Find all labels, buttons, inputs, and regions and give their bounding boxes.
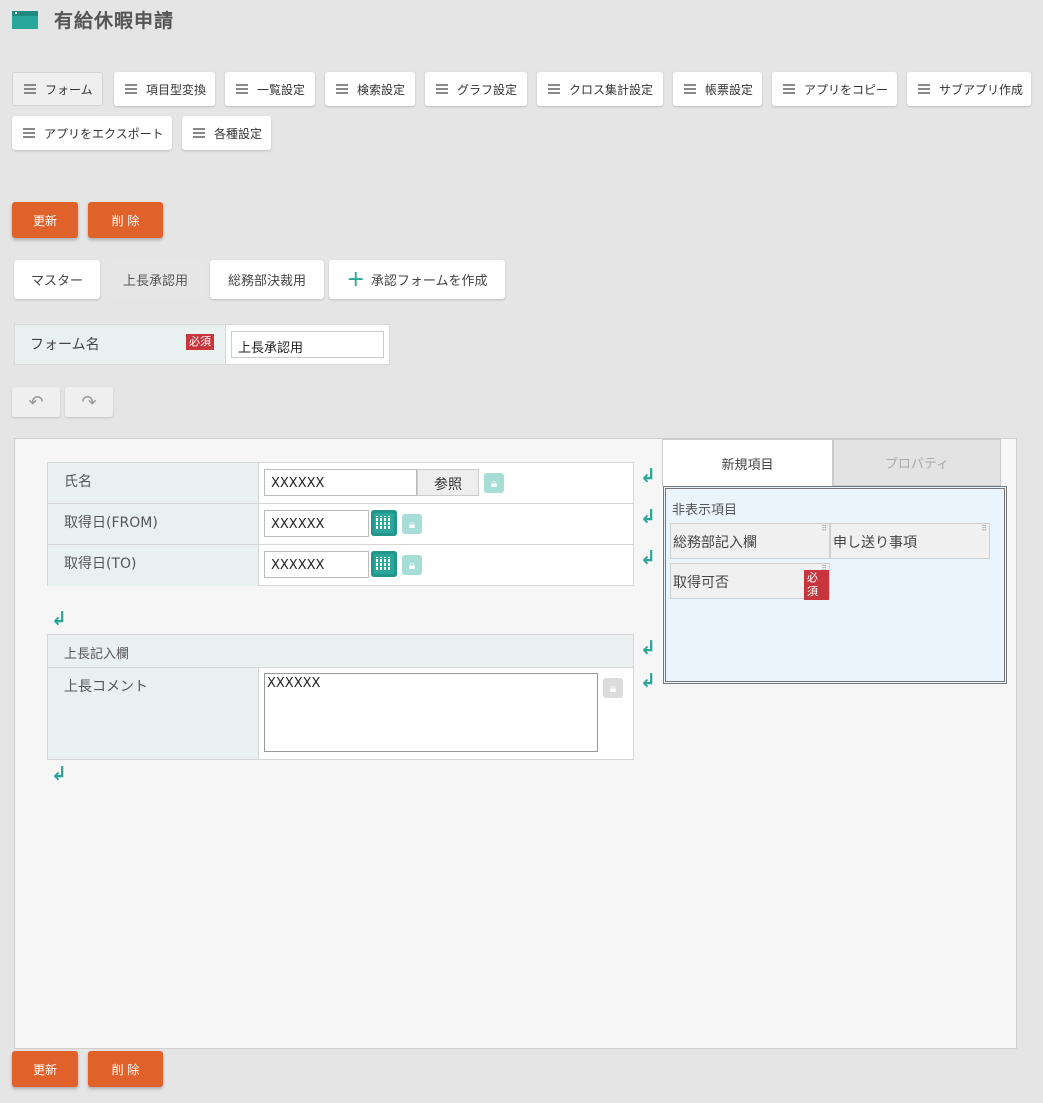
create-approval-form-button[interactable]: + 承認フォームを作成	[329, 260, 505, 299]
redo-button[interactable]: ↷	[65, 387, 113, 417]
menu-sub-app[interactable]: サブアプリ作成	[907, 72, 1031, 106]
calendar-icon[interactable]	[371, 510, 397, 536]
required-badge: 必須	[186, 334, 214, 350]
return-icon[interactable]: ↲	[51, 765, 67, 784]
form-name-row: フォーム名 必須 上長承認用	[14, 324, 390, 365]
calendar-icon[interactable]	[371, 551, 397, 577]
lock-icon[interactable]: 🔒︎	[402, 555, 422, 575]
menu-search-settings[interactable]: 検索設定	[325, 72, 415, 106]
list-icon	[23, 128, 35, 138]
field-row-comment: 上長コメント XXXXXX	[48, 668, 633, 759]
to-date-input[interactable]: XXXXXX	[264, 551, 369, 578]
menu-list-settings[interactable]: 一覧設定	[225, 72, 315, 106]
form-name-input[interactable]: 上長承認用	[231, 331, 384, 358]
tab-boss-approval[interactable]: 上長承認用	[106, 260, 205, 299]
menu-report-settings[interactable]: 帳票設定	[673, 72, 762, 106]
field-table-boss: 上長記入欄 上長コメント XXXXXX	[47, 634, 634, 760]
comment-textarea[interactable]: XXXXXX	[264, 673, 598, 752]
return-icon[interactable]: ↲	[640, 467, 656, 486]
required-badge: 必須	[804, 570, 829, 600]
lock-icon[interactable]: 🔒︎	[484, 473, 504, 493]
menu-form[interactable]: フォーム	[12, 72, 103, 106]
field-row-from: 取得日(FROM) XXXXXX 🔒︎	[48, 504, 633, 545]
field-label: 氏名	[48, 463, 259, 503]
redo-icon: ↷	[81, 391, 97, 413]
drag-handle-icon[interactable]: ⠿	[821, 525, 827, 533]
menu-field-type[interactable]: 項目型変換	[114, 72, 215, 106]
lock-icon[interactable]: 🔒︎	[402, 514, 422, 534]
list-icon	[783, 84, 795, 94]
menu-export-app[interactable]: アプリをエクスポート	[12, 116, 172, 150]
delete-button[interactable]: 削 除	[88, 202, 163, 238]
menu-cross-settings[interactable]: クロス集計設定	[537, 72, 663, 106]
tab-master[interactable]: マスター	[14, 260, 100, 299]
list-icon	[918, 84, 930, 94]
menu-copy-app[interactable]: アプリをコピー	[772, 72, 897, 106]
field-row-to: 取得日(TO) XXXXXX 🔒︎	[48, 545, 633, 586]
menu-graph-settings[interactable]: グラフ設定	[425, 72, 527, 106]
field-table-main: 氏名 XXXXXX 参照 🔒︎ 取得日(FROM) XXXXXX 🔒︎ 取得日(…	[47, 462, 634, 586]
list-icon	[125, 84, 137, 94]
return-icon[interactable]: ↲	[640, 549, 656, 568]
undo-button[interactable]: ↶	[12, 387, 60, 417]
list-icon	[684, 84, 696, 94]
title-bar: 有給休暇申請	[12, 6, 174, 33]
list-icon	[336, 84, 348, 94]
from-date-input[interactable]: XXXXXX	[264, 510, 369, 537]
name-input[interactable]: XXXXXX	[264, 469, 417, 496]
hidden-fields-title: 非表示項目	[672, 503, 738, 518]
undo-icon: ↶	[28, 391, 44, 413]
drag-handle-icon[interactable]: ⠿	[981, 525, 987, 533]
field-row-name: 氏名 XXXXXX 参照 🔒︎	[48, 463, 633, 504]
section-label: 上長記入欄	[64, 647, 130, 662]
list-icon	[193, 128, 205, 138]
hidden-field-chip[interactable]: 取得可否 ⠿ 必須	[670, 563, 830, 600]
tab-properties[interactable]: プロパティ	[833, 439, 1001, 486]
return-icon[interactable]: ↲	[51, 610, 67, 629]
delete-button-bottom[interactable]: 削 除	[88, 1051, 163, 1087]
section-row: 上長記入欄	[48, 635, 633, 668]
list-icon	[236, 84, 248, 94]
field-label: 取得日(FROM)	[48, 504, 259, 544]
update-button[interactable]: 更新	[12, 202, 78, 238]
return-icon[interactable]: ↲	[640, 508, 656, 527]
field-label: 上長コメント	[48, 668, 259, 759]
tab-new-fields[interactable]: 新規項目	[662, 439, 833, 486]
hidden-field-chip[interactable]: 申し送り事項 ⠿	[830, 523, 990, 559]
page-title: 有給休暇申請	[54, 10, 175, 32]
field-label: 取得日(TO)	[48, 545, 259, 586]
return-icon[interactable]: ↲	[640, 672, 656, 691]
plus-icon: +	[346, 266, 365, 292]
list-icon	[24, 84, 36, 94]
hidden-fields-panel: 非表示項目 総務部記入欄 ⠿ 申し送り事項 ⠿ 取得可否 ⠿ 必須	[663, 486, 1007, 684]
hidden-field-chip[interactable]: 総務部記入欄 ⠿	[670, 523, 830, 559]
lock-icon[interactable]: 🔒︎	[603, 678, 623, 698]
tab-general-affairs[interactable]: 総務部決裁用	[210, 260, 324, 299]
return-icon[interactable]: ↲	[640, 639, 656, 658]
list-icon	[436, 84, 448, 94]
app-icon	[12, 10, 38, 29]
list-icon	[548, 84, 560, 94]
menu-various-settings[interactable]: 各種設定	[182, 116, 271, 150]
update-button-bottom[interactable]: 更新	[12, 1051, 78, 1087]
reference-button[interactable]: 参照	[417, 469, 479, 496]
